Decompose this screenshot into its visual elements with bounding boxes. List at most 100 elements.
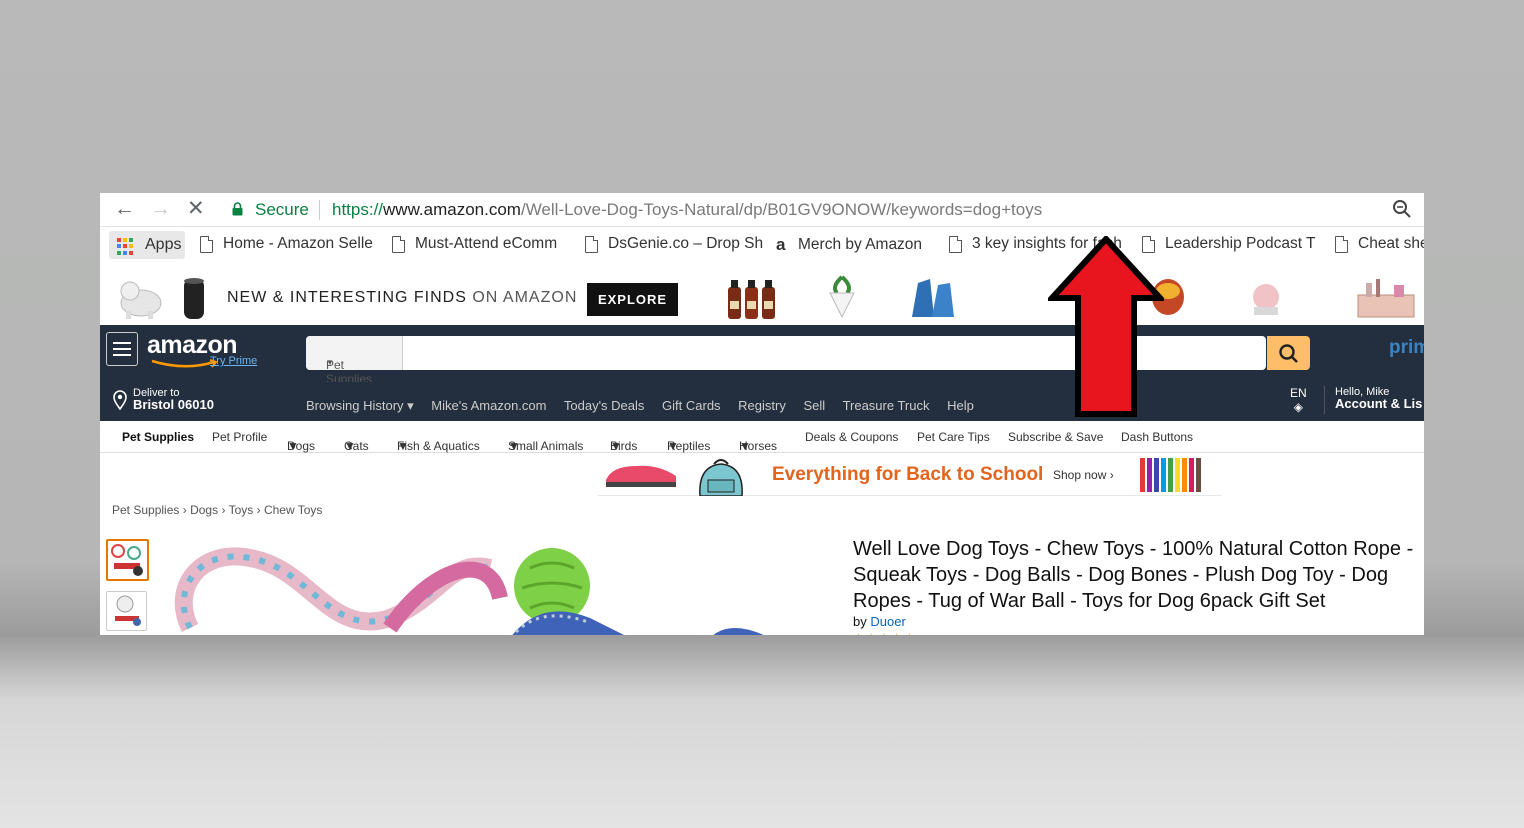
search-icon bbox=[1279, 344, 1298, 363]
bookmark-label: Merch by Amazon bbox=[798, 236, 923, 253]
apps-grid-icon bbox=[117, 238, 134, 255]
subnav-item[interactable]: Pet Supplies bbox=[122, 430, 194, 444]
main-nav-bar: Deliver to Bristol 06010 Browsing Histor… bbox=[100, 382, 1424, 421]
markers-image bbox=[1140, 458, 1201, 492]
back-arrow-icon[interactable]: ← bbox=[114, 197, 135, 221]
amazon-a-icon: a bbox=[776, 235, 786, 254]
promo-text-bold: NEW & INTERESTING FINDS bbox=[227, 289, 467, 306]
hamburger-menu-icon[interactable] bbox=[106, 332, 138, 366]
plush-thumbnail-image bbox=[115, 595, 141, 626]
bookmark-item[interactable]: DsGenie.co – Drop Sh bbox=[585, 235, 763, 253]
back-to-school-banner[interactable]: Everything for Back to School Shop now › bbox=[598, 454, 1222, 496]
address-bar[interactable]: Secure https://www.amazon.com/Well-Love-… bbox=[222, 195, 1422, 223]
figurine-image bbox=[120, 281, 162, 319]
caret-down-icon: ▼ bbox=[397, 439, 409, 453]
globe-icon: ◈ bbox=[1293, 400, 1303, 414]
url-text[interactable]: https://www.amazon.com/Well-Love-Dog-Toy… bbox=[332, 200, 1042, 220]
amazon-header: amazon Try Prime Pet Supplies ▼ prim bbox=[100, 325, 1424, 386]
explore-button[interactable]: EXPLORE bbox=[587, 283, 678, 316]
organizer-image bbox=[1357, 279, 1415, 318]
promo-text-light: ON AMAZON bbox=[472, 289, 578, 306]
product-thumbnail[interactable] bbox=[106, 539, 149, 581]
lock-icon bbox=[232, 202, 243, 216]
subnav-label: Fish & Aquatics bbox=[397, 439, 480, 453]
search-category-dropdown[interactable]: Pet Supplies ▼ bbox=[306, 336, 403, 386]
rating-stars-icon[interactable]: ★★★★★ bbox=[853, 631, 917, 635]
nav-link[interactable]: Today's Deals bbox=[564, 398, 645, 413]
location-pin-icon bbox=[113, 390, 127, 410]
bookmark-item[interactable]: Leadership Podcast T bbox=[1142, 235, 1316, 253]
brand-link[interactable]: Duoer bbox=[870, 614, 905, 629]
language-label: EN bbox=[1290, 386, 1307, 400]
nav-link[interactable]: Gift Cards bbox=[662, 398, 721, 413]
chevron-right-icon: › bbox=[256, 503, 264, 517]
nav-link[interactable]: Registry bbox=[738, 398, 786, 413]
nav-link[interactable]: Browsing History ▾ bbox=[306, 398, 414, 413]
chevron-right-icon: › bbox=[221, 503, 229, 517]
geode-image bbox=[912, 279, 954, 317]
red-arrow-annotation-icon bbox=[1048, 236, 1164, 417]
subnav-item[interactable]: Deals & Coupons bbox=[805, 430, 898, 444]
category-subnav: Pet Supplies Pet Profile Dogs ▼ Cats ▼ F… bbox=[100, 421, 1424, 453]
page-icon bbox=[585, 235, 598, 253]
planter-image bbox=[829, 275, 855, 319]
page-icon bbox=[392, 235, 405, 253]
breadcrumb-item[interactable]: Pet Supplies bbox=[112, 503, 179, 517]
bookmark-item[interactable]: Home - Amazon Selle bbox=[200, 235, 373, 253]
breadcrumb: Pet Supplies › Dogs › Toys › Chew Toys bbox=[112, 503, 322, 517]
bookmark-label: Leadership Podcast T bbox=[1165, 235, 1316, 252]
nav-links: Browsing History ▾ Mike's Amazon.com Tod… bbox=[306, 398, 988, 414]
by-label: by bbox=[853, 614, 867, 629]
page-icon bbox=[200, 235, 213, 253]
apps-button[interactable]: Apps bbox=[109, 231, 185, 259]
bookmark-item[interactable]: a Merch by Amazon bbox=[776, 235, 922, 255]
product-thumbnail[interactable] bbox=[106, 591, 147, 631]
deliver-to[interactable]: Deliver to Bristol 06010 bbox=[133, 387, 214, 412]
browser-screenshot: ← → ✕ Secure https://www.amazon.com/Well… bbox=[100, 193, 1424, 635]
nav-link[interactable]: Mike's Amazon.com bbox=[431, 398, 546, 413]
url-host: www.amazon.com bbox=[383, 200, 521, 219]
bookmarks-bar: Apps Home - Amazon Selle Must-Attend eCo… bbox=[100, 227, 1424, 265]
prime-logo[interactable]: prim bbox=[1389, 337, 1424, 359]
banner-headline: Everything for Back to School bbox=[772, 464, 1044, 485]
nav-link[interactable]: Sell bbox=[803, 398, 825, 413]
breadcrumb-item[interactable]: Chew Toys bbox=[264, 503, 322, 517]
forward-arrow-icon[interactable]: → bbox=[150, 197, 171, 221]
subnav-item[interactable]: Pet Profile bbox=[212, 430, 267, 444]
bookmark-label: Must-Attend eComm bbox=[415, 235, 558, 252]
product-title: Well Love Dog Toys - Chew Toys - 100% Na… bbox=[853, 538, 1414, 612]
caret-down-icon: ▼ bbox=[508, 439, 520, 453]
crystal-ball-image bbox=[1253, 284, 1279, 315]
url-scheme: https:// bbox=[332, 200, 384, 219]
nav-link[interactable]: Treasure Truck bbox=[843, 398, 930, 413]
promo-strip[interactable]: NEW & INTERESTING FINDS ON AMAZON EXPLOR… bbox=[100, 271, 1424, 325]
nav-link[interactable]: Help bbox=[947, 398, 974, 413]
account-label: Account & Lis bbox=[1335, 396, 1423, 411]
account-menu[interactable]: Hello, Mike Account & Lis bbox=[1335, 386, 1422, 411]
subnav-item[interactable]: Dash Buttons bbox=[1121, 430, 1193, 444]
bookmark-item[interactable]: Cheat she bbox=[1335, 235, 1424, 253]
page-icon bbox=[1335, 235, 1348, 253]
zoom-icon[interactable] bbox=[1392, 199, 1412, 219]
chevron-right-icon: › bbox=[182, 503, 191, 517]
subnav-item[interactable]: Subscribe & Save bbox=[1008, 430, 1103, 444]
shop-now-link[interactable]: Shop now › bbox=[1053, 468, 1114, 482]
try-prime-link[interactable]: Try Prime bbox=[210, 355, 257, 367]
bookmark-label: DsGenie.co – Drop Sh bbox=[608, 235, 764, 252]
bottles-image bbox=[728, 280, 775, 319]
apps-label: Apps bbox=[145, 236, 182, 253]
breadcrumb-item[interactable]: Dogs bbox=[190, 503, 218, 517]
stop-loading-icon[interactable]: ✕ bbox=[187, 197, 205, 221]
search-button[interactable] bbox=[1267, 336, 1310, 370]
caret-down-icon: ▼ bbox=[667, 439, 679, 453]
product-byline: by Duoer bbox=[853, 614, 906, 629]
address-separator bbox=[319, 200, 320, 220]
nav-divider bbox=[1324, 386, 1325, 414]
bookmark-label: Cheat she bbox=[1358, 235, 1424, 252]
caret-down-icon: ▼ bbox=[344, 439, 356, 453]
language-selector[interactable]: EN ◈ bbox=[1290, 386, 1307, 414]
bookmark-item[interactable]: Must-Attend eComm bbox=[392, 235, 557, 253]
caret-down-icon: ▼ bbox=[610, 439, 622, 453]
subnav-item[interactable]: Pet Care Tips bbox=[917, 430, 990, 444]
breadcrumb-item[interactable]: Toys bbox=[229, 503, 254, 517]
